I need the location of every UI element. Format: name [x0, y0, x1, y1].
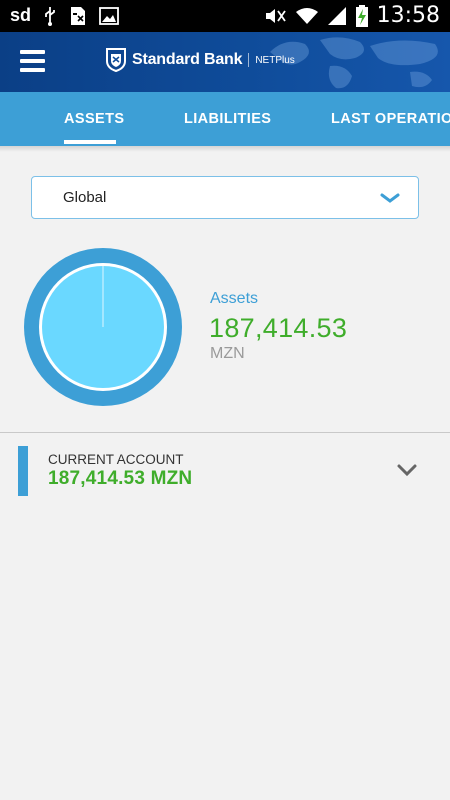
tab-bar: ASSETS LIABILITIES LAST OPERATION	[0, 92, 450, 146]
active-tab-indicator	[64, 140, 116, 144]
app-header: Standard Bank NETPlus	[0, 32, 450, 92]
sim-card-icon	[71, 6, 86, 25]
account-name: CURRENT ACCOUNT	[48, 452, 184, 467]
status-bar: sd 13:58	[0, 0, 450, 32]
account-row[interactable]: CURRENT ACCOUNT 187,414.53 MZN	[0, 433, 450, 511]
brand-name: Standard Bank	[132, 51, 243, 68]
battery-charging-icon	[355, 4, 368, 27]
dropdown-selected-value: Global	[63, 189, 107, 206]
assets-donut-chart	[24, 248, 182, 406]
carrier-label: sd	[10, 5, 32, 25]
hamburger-menu-icon[interactable]	[20, 50, 45, 74]
tabs-shadow	[0, 146, 450, 152]
assets-currency: MZN	[210, 345, 245, 362]
mute-icon	[265, 8, 286, 23]
clock: 13:58	[376, 3, 440, 28]
tab-last-operation[interactable]: LAST OPERATION	[331, 92, 450, 146]
usb-icon	[45, 6, 55, 26]
account-color-stripe	[18, 446, 28, 496]
wifi-icon	[295, 7, 318, 24]
brand-separator	[248, 53, 250, 67]
account-balance: 187,414.53 MZN	[48, 468, 193, 489]
scope-dropdown[interactable]: Global	[31, 176, 419, 219]
chevron-down-icon[interactable]	[396, 463, 418, 477]
assets-label: Assets	[210, 290, 259, 307]
signal-icon	[327, 6, 346, 25]
tab-assets[interactable]: ASSETS	[64, 92, 124, 146]
brand-product: NETPlus	[255, 54, 295, 66]
brand-logo: Standard Bank NETPlus	[106, 48, 295, 72]
tab-liabilities[interactable]: LIABILITIES	[184, 92, 271, 146]
assets-amount: 187,414.53	[209, 313, 348, 343]
chevron-down-icon	[380, 193, 400, 203]
shield-logo-icon	[106, 48, 126, 72]
image-icon	[99, 6, 119, 25]
